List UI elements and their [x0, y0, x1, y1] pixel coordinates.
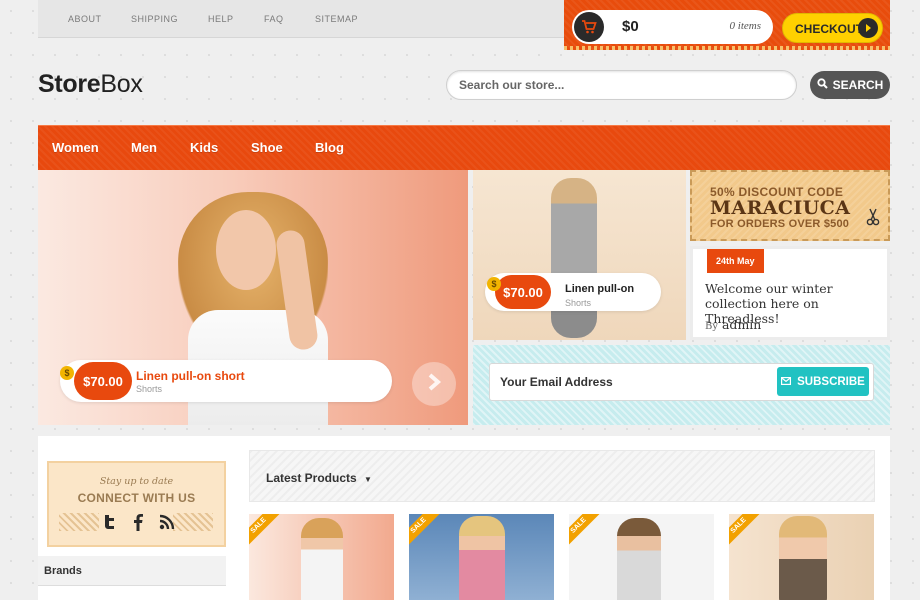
main-nav: Women Men Kids Shoe Blog — [38, 125, 890, 170]
nav-item-blog[interactable]: Blog — [315, 140, 344, 155]
top-link-help[interactable]: HELP — [208, 14, 234, 24]
product-image — [617, 518, 661, 600]
hero-model-face — [216, 210, 276, 290]
product-card[interactable]: SALE — [569, 514, 714, 600]
top-link-about[interactable]: ABOUT — [68, 14, 102, 24]
store-logo[interactable]: StoreBox — [38, 70, 143, 99]
connect-hatch-left — [59, 513, 99, 531]
top-link-shipping[interactable]: SHIPPING — [131, 14, 178, 24]
latest-products-dropdown[interactable]: Latest Products ▼ — [266, 471, 372, 485]
scissors-icon — [866, 208, 880, 231]
rss-icon[interactable] — [157, 511, 177, 533]
envelope-icon — [781, 376, 792, 388]
checkout-button[interactable]: CHECKOUT — [782, 13, 883, 43]
nav-item-women[interactable]: Women — [52, 140, 99, 155]
hero-product-category: Shorts — [136, 384, 163, 394]
subscribe-label: SUBSCRIBE — [797, 375, 865, 388]
news-author[interactable]: admin — [722, 317, 761, 332]
feature-price: $70.00 — [495, 275, 551, 309]
twitter-icon[interactable] — [99, 511, 119, 533]
hero-product-tag[interactable]: $70.00 $ Linen pull-on short Shorts — [60, 360, 392, 402]
facebook-icon[interactable] — [128, 511, 148, 533]
chevron-right-icon — [426, 372, 442, 396]
logo-bold: Store — [38, 70, 101, 98]
search-icon — [817, 78, 828, 92]
latest-products-header: Latest Products ▼ — [249, 450, 875, 502]
connect-box: Stay up to date CONNECT WITH US — [47, 461, 226, 547]
feature-product-category: Shorts — [565, 298, 592, 308]
cart-amount: $0 — [622, 18, 639, 35]
sale-badge: SALE — [249, 514, 281, 548]
top-link-faq[interactable]: FAQ — [264, 14, 284, 24]
search-button-label: SEARCH — [832, 78, 884, 92]
caret-down-icon: ▼ — [364, 475, 372, 484]
news-byline: By admin — [705, 317, 761, 332]
product-image — [301, 518, 343, 600]
hero-slide[interactable]: $70.00 $ Linen pull-on short Shorts — [38, 170, 468, 425]
arrow-right-icon — [858, 18, 878, 38]
news-by-label: By — [705, 321, 718, 332]
coupon-line-3: FOR ORDERS OVER $500 — [710, 218, 850, 230]
coupon-code: MARACIUCA — [710, 197, 851, 219]
newsletter-panel: SUBSCRIBE — [473, 345, 890, 425]
dollar-coin-icon: $ — [60, 366, 74, 380]
cart-item-count: 0 items — [729, 20, 761, 32]
slider-next-button[interactable] — [412, 362, 456, 406]
latest-products-label: Latest Products — [266, 471, 357, 485]
top-bar: ABOUT SHIPPING HELP FAQ SITEMAP — [38, 0, 564, 38]
product-image — [459, 516, 505, 600]
logo-light: Box — [100, 70, 143, 98]
product-card[interactable]: SALE — [729, 514, 874, 600]
product-card[interactable]: SALE — [409, 514, 554, 600]
search-input[interactable] — [446, 70, 797, 100]
feature-model — [551, 178, 597, 338]
sale-badge: SALE — [409, 514, 441, 548]
product-image — [779, 516, 827, 600]
search-button[interactable]: SEARCH — [810, 71, 890, 99]
lower-section: Stay up to date CONNECT WITH US Brands L… — [38, 436, 890, 600]
cart-summary[interactable]: $0 0 items — [572, 10, 773, 44]
dollar-coin-icon: $ — [487, 277, 501, 291]
nav-item-kids[interactable]: Kids — [190, 140, 218, 155]
checkout-label: CHECKOUT — [795, 22, 863, 36]
news-card[interactable]: 24th May Welcome our winter collection h… — [690, 246, 890, 340]
connect-hatch-right — [173, 513, 213, 531]
top-link-sitemap[interactable]: SITEMAP — [315, 14, 358, 24]
sidebar-item-brands[interactable]: Brands — [38, 556, 226, 586]
hero-price: $70.00 — [74, 362, 132, 400]
shopping-cart-icon — [574, 12, 604, 42]
news-date-badge: 24th May — [707, 249, 764, 273]
product-card[interactable]: SALE — [249, 514, 394, 600]
nav-item-shoe[interactable]: Shoe — [251, 140, 283, 155]
cart-panel: $0 0 items CHECKOUT — [564, 0, 890, 50]
discount-coupon[interactable]: 50% DISCOUNT CODE MARACIUCA FOR ORDERS O… — [690, 170, 890, 241]
sale-badge: SALE — [569, 514, 601, 548]
nav-item-men[interactable]: Men — [131, 140, 157, 155]
connect-title: CONNECT WITH US — [77, 491, 196, 505]
sale-badge: SALE — [729, 514, 761, 548]
hero-product-title[interactable]: Linen pull-on short — [136, 369, 245, 383]
feature-product-title[interactable]: Linen pull-on — [565, 283, 634, 295]
feature-product-tag[interactable]: $70.00 $ Linen pull-on Shorts — [485, 273, 661, 311]
connect-tagline: Stay up to date — [99, 476, 174, 487]
subscribe-button[interactable]: SUBSCRIBE — [777, 367, 869, 396]
featured-product[interactable]: $70.00 $ Linen pull-on Shorts — [473, 170, 686, 340]
